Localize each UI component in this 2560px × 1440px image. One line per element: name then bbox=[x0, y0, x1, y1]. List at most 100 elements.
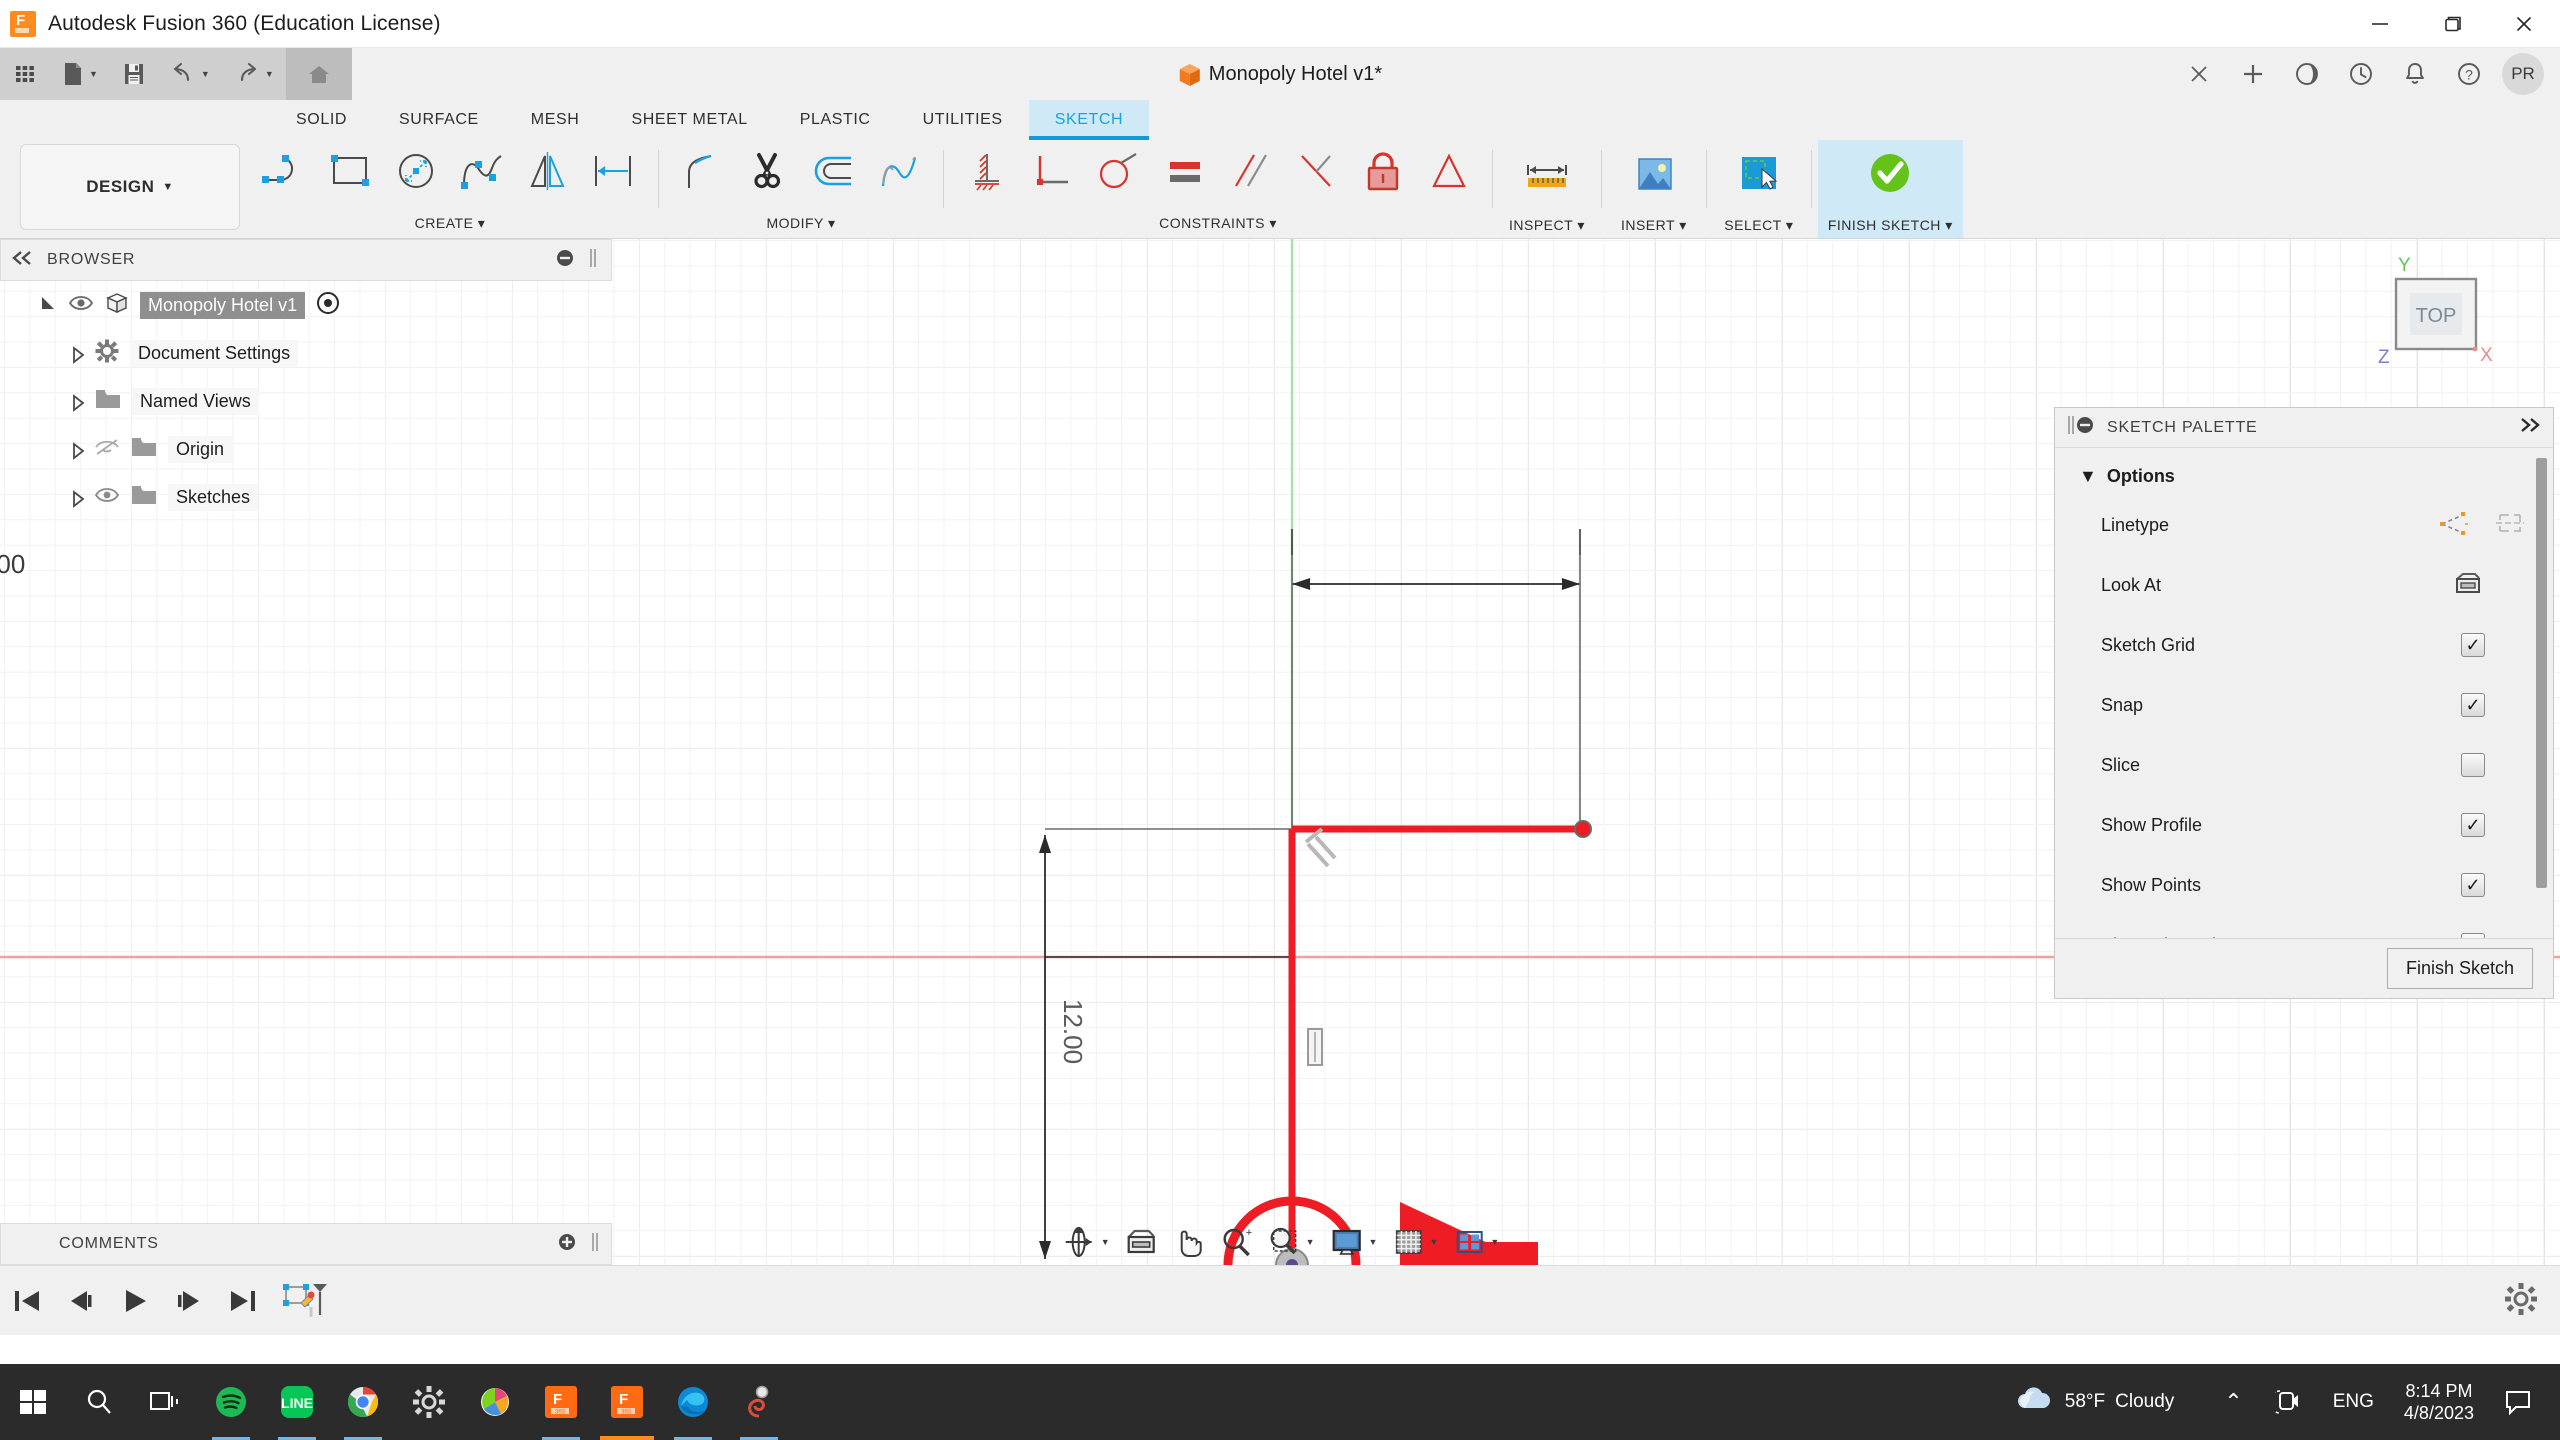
curvature-comb-tool[interactable] bbox=[869, 144, 931, 200]
options-section-header[interactable]: ▼ Options bbox=[2055, 458, 2553, 495]
search-icon[interactable] bbox=[66, 1364, 132, 1440]
chrome-icon[interactable] bbox=[330, 1364, 396, 1440]
fusion360-icon[interactable]: F 360 bbox=[528, 1364, 594, 1440]
tray-expand-button[interactable]: ⌃ bbox=[2208, 1389, 2258, 1415]
add-comment-icon[interactable] bbox=[557, 1232, 577, 1257]
lock-constraint-tool[interactable] bbox=[1352, 144, 1414, 200]
dimension-vertical-label[interactable]: 12.00 bbox=[1057, 999, 1088, 1064]
eye-icon[interactable] bbox=[94, 485, 120, 510]
job-status-icon[interactable] bbox=[2334, 48, 2388, 100]
sketch-grid-checkbox[interactable]: ✓ bbox=[2461, 633, 2485, 657]
tab-sketch[interactable]: SKETCH bbox=[1028, 100, 1150, 140]
panel-resize-handle[interactable] bbox=[2067, 415, 2075, 440]
step-forward-button[interactable] bbox=[162, 1286, 216, 1316]
line-tool[interactable] bbox=[254, 144, 316, 200]
fix-constraint-tool[interactable] bbox=[956, 144, 1018, 200]
device-icon[interactable] bbox=[2259, 1388, 2317, 1416]
show-data-panel-button[interactable] bbox=[0, 48, 50, 100]
expand-triangle-icon[interactable] bbox=[38, 293, 58, 318]
offset-tool[interactable] bbox=[803, 144, 865, 200]
ribbon-group-finish-sketch[interactable]: FINISH SKETCH ▾ bbox=[1817, 140, 1963, 238]
eye-hidden-icon[interactable] bbox=[94, 437, 120, 462]
edge-icon[interactable] bbox=[660, 1364, 726, 1440]
save-button[interactable] bbox=[110, 48, 158, 100]
add-document-tab-button[interactable] bbox=[2226, 48, 2280, 100]
play-button[interactable] bbox=[108, 1286, 162, 1316]
finish-sketch-button[interactable]: Finish Sketch bbox=[2386, 948, 2533, 989]
parallel-constraint-tool[interactable] bbox=[1220, 144, 1282, 200]
comments-panel[interactable]: COMMENTS bbox=[0, 1223, 612, 1265]
finish-sketch-check-icon[interactable] bbox=[1854, 144, 1926, 206]
select-label[interactable]: SELECT ▾ bbox=[1724, 217, 1793, 238]
ribbon-group-modify-label[interactable]: MODIFY ▾ bbox=[671, 212, 931, 238]
insert-image-icon[interactable] bbox=[1618, 144, 1690, 206]
clock[interactable]: 8:14 PM 4/8/2023 bbox=[2390, 1380, 2488, 1425]
show-points-checkbox[interactable]: ✓ bbox=[2461, 873, 2485, 897]
notifications-icon[interactable] bbox=[2388, 48, 2442, 100]
horizontal-vertical-constraint-tool[interactable] bbox=[1286, 144, 1348, 200]
go-to-end-button[interactable] bbox=[216, 1286, 270, 1316]
zoom-window-icon[interactable]: ▼ bbox=[1262, 1226, 1321, 1258]
expand-triangle-icon[interactable] bbox=[70, 441, 85, 460]
ribbon-group-constraints-label[interactable]: CONSTRAINTS ▾ bbox=[956, 212, 1480, 238]
eye-icon[interactable] bbox=[68, 293, 94, 318]
go-to-beginning-button[interactable] bbox=[0, 1286, 54, 1316]
pan-icon[interactable] bbox=[1166, 1226, 1212, 1258]
dimension-tool[interactable] bbox=[584, 144, 646, 200]
orbit-icon[interactable]: ▼ bbox=[1055, 1225, 1116, 1259]
activate-component-icon[interactable] bbox=[315, 290, 341, 321]
timeline-settings-gear-icon[interactable] bbox=[2504, 1282, 2538, 1321]
user-avatar[interactable]: PR bbox=[2502, 53, 2544, 95]
snap-checkbox[interactable]: ✓ bbox=[2461, 693, 2485, 717]
close-document-tab-button[interactable] bbox=[2172, 48, 2226, 100]
tab-sheet-metal[interactable]: SHEET METAL bbox=[605, 100, 773, 140]
slice-checkbox[interactable] bbox=[2461, 753, 2485, 777]
palette-scrollbar[interactable] bbox=[2536, 458, 2547, 888]
minimize-icon[interactable] bbox=[555, 248, 575, 273]
viewports-icon[interactable]: ▼ bbox=[1446, 1226, 1505, 1258]
tree-item-document-settings[interactable]: Document Settings bbox=[0, 329, 612, 377]
expand-right-icon[interactable] bbox=[2519, 417, 2541, 438]
document-tab[interactable]: Monopoly Hotel v1* bbox=[1178, 48, 1382, 100]
notification-icon[interactable] bbox=[2488, 1388, 2548, 1416]
panel-resize-handle[interactable] bbox=[591, 1231, 599, 1258]
minimize-icon[interactable] bbox=[2075, 415, 2095, 440]
extensions-icon[interactable] bbox=[2280, 48, 2334, 100]
construction-line-icon[interactable] bbox=[2439, 510, 2469, 541]
help-icon[interactable]: ? bbox=[2442, 48, 2496, 100]
rectangle-tool[interactable] bbox=[320, 144, 382, 200]
home-button[interactable] bbox=[285, 48, 352, 100]
tree-item-origin[interactable]: Origin bbox=[0, 425, 612, 473]
windows-start-icon[interactable] bbox=[0, 1364, 66, 1440]
show-dimensions-checkbox[interactable]: ✓ bbox=[2461, 933, 2485, 938]
finish-sketch-label[interactable]: FINISH SKETCH ▾ bbox=[1828, 217, 1953, 238]
weather-widget[interactable]: 58°F Cloudy bbox=[2013, 1384, 2174, 1420]
new-file-button[interactable]: ▼ bbox=[50, 48, 110, 100]
expand-triangle-icon[interactable] bbox=[70, 489, 85, 508]
sketch-palette-body[interactable]: ▼ Options Linetype Look At Sketch Grid ✓… bbox=[2055, 448, 2553, 938]
workspace-selector[interactable]: DESIGN ▼ bbox=[20, 144, 240, 230]
tangent-constraint-tool[interactable] bbox=[1088, 144, 1150, 200]
view-cube[interactable]: TOP Y X Z bbox=[2348, 251, 2518, 381]
tree-item-sketches[interactable]: Sketches bbox=[0, 473, 612, 521]
minimize-button[interactable] bbox=[2344, 0, 2416, 48]
sketch-feature-icon[interactable] bbox=[270, 1279, 340, 1323]
grid-snaps-icon[interactable]: ▼ bbox=[1385, 1226, 1444, 1258]
centerline-icon[interactable] bbox=[2495, 510, 2525, 541]
ribbon-group-create-label[interactable]: CREATE ▾ bbox=[254, 212, 646, 238]
tab-mesh[interactable]: MESH bbox=[505, 100, 606, 140]
display-settings-icon[interactable]: ▼ bbox=[1323, 1226, 1384, 1258]
tab-solid[interactable]: SOLID bbox=[270, 100, 373, 140]
tab-surface[interactable]: SURFACE bbox=[373, 100, 505, 140]
tree-item-named-views[interactable]: Named Views bbox=[0, 377, 612, 425]
line-icon[interactable]: LINE bbox=[264, 1364, 330, 1440]
maximize-button[interactable] bbox=[2416, 0, 2488, 48]
collapse-left-icon[interactable] bbox=[11, 250, 33, 271]
paint-3d-icon[interactable] bbox=[462, 1364, 528, 1440]
expand-triangle-icon[interactable] bbox=[70, 393, 85, 412]
settings-icon[interactable] bbox=[396, 1364, 462, 1440]
insert-label[interactable]: INSERT ▾ bbox=[1621, 217, 1687, 238]
equal-constraint-tool[interactable] bbox=[1154, 144, 1216, 200]
circle-tool[interactable] bbox=[386, 144, 448, 200]
fusion360-active-icon[interactable]: F 360 bbox=[594, 1364, 660, 1440]
